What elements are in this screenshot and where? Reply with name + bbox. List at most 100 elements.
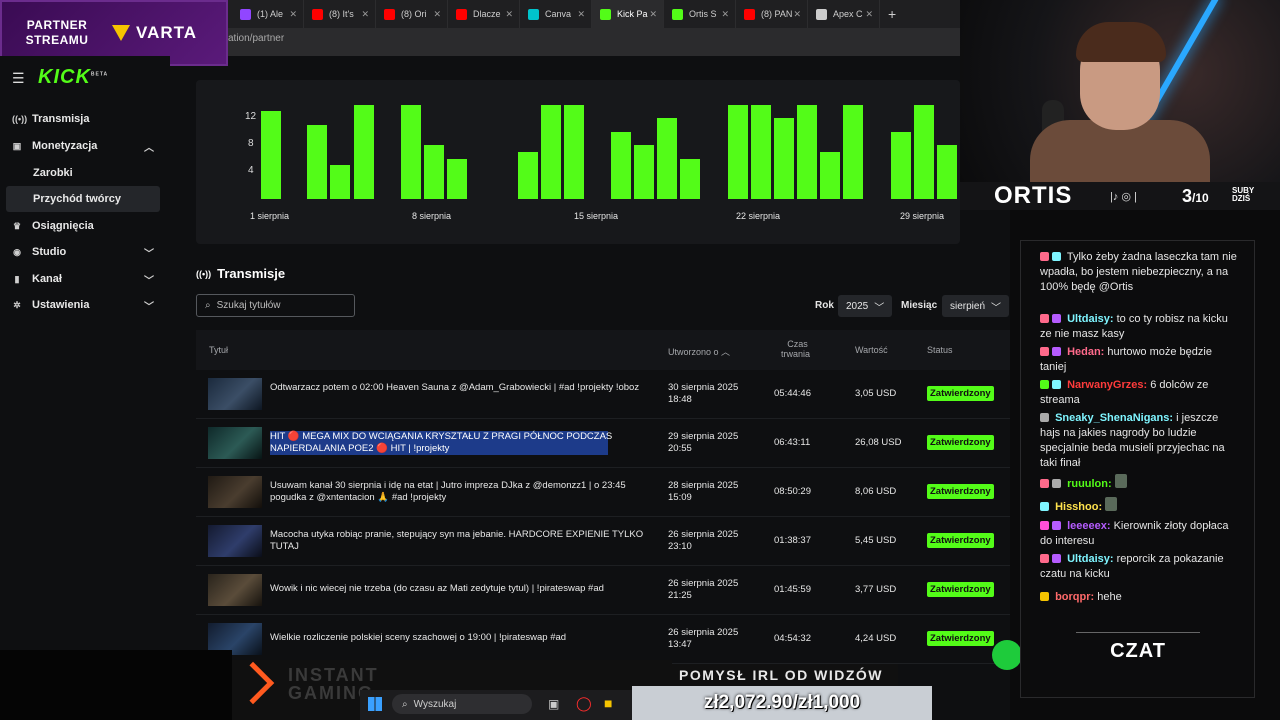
month-value: sierpień [950,300,986,312]
browser-tab[interactable]: Apex C ✕ [808,0,880,28]
task-view-icon[interactable]: ▣ [548,697,559,711]
tab-favicon-icon [816,8,827,20]
chat-username[interactable]: Hedan: [1067,346,1104,358]
varta-logo: VARTA [112,23,197,43]
browser-tab-active[interactable]: Kick Pa ✕ [592,0,664,28]
browser-tab[interactable]: (8) It's ✕ [304,0,376,28]
chart-bar[interactable] [518,151,538,199]
badge-icon [1052,347,1061,356]
year-select[interactable]: 2025 ﹀ [838,295,893,317]
chart-bar[interactable] [611,131,631,199]
close-icon[interactable]: ✕ [433,9,441,20]
chat-username[interactable]: Hisshoo: [1055,501,1102,513]
browser-tab[interactable]: Canva ✕ [520,0,592,28]
close-icon[interactable]: ✕ [721,9,729,20]
chart-bar[interactable] [728,104,748,199]
column-header-created[interactable]: Utworzono o ︿ [668,345,730,358]
close-icon[interactable]: ✕ [793,9,801,20]
chart-bar[interactable] [354,104,374,199]
chat-message: Ultdaisy: reporcik za pokazanie czatu na… [1040,552,1238,582]
chart-bar[interactable] [797,104,817,199]
chart-bar[interactable] [774,118,794,199]
chart-bar[interactable] [401,104,421,199]
broadcast-icon: ((•)) [12,114,28,124]
stream-date: 30 sierpnia 2025 18:48 [668,382,738,406]
column-header-status[interactable]: Status [927,345,953,355]
table-row[interactable]: Usuwam kanał 30 sierpnia i idę na etat |… [196,468,1010,517]
table-row[interactable]: Macocha utyka robiąc pranie, stepujący s… [196,517,1010,566]
browser-tab[interactable]: (8) PAN ✕ [736,0,808,28]
chat-message: leeeeex: Kierownik złoty dopłaca do inte… [1040,519,1238,549]
close-icon[interactable]: ✕ [289,9,297,20]
table-row[interactable]: Wowik i nic wiecej nie trzeba (do czasu … [196,566,1010,615]
chart-bar[interactable] [914,104,934,199]
chat-username[interactable]: Ultdaisy: [1067,313,1113,325]
chat-message: ruuulon: [1040,474,1238,492]
chart-bar[interactable] [820,151,840,199]
close-icon[interactable]: ✕ [649,9,657,20]
chart-bar[interactable] [657,118,677,199]
url-text[interactable]: ation/partner [228,33,284,44]
social-icons: |♪ ◎ | [1110,190,1137,203]
status-badge: Zatwierdzony [927,582,994,597]
browser-tab[interactable]: (8) Ori ✕ [376,0,448,28]
chat-username[interactable]: ruuulon: [1067,478,1112,490]
search-input[interactable]: ⌕ Szukaj tytułów [196,294,355,317]
windows-start-icon[interactable] [368,697,382,711]
browser-tab[interactable]: Ortis S ✕ [664,0,736,28]
chat-username[interactable]: leeeeex: [1067,520,1110,532]
subs-current: 3 [1182,185,1193,206]
sidebar-item-ustawienia[interactable]: ✲ Ustawienia ﹀ [6,293,160,317]
opera-taskbar-icon[interactable]: ◯ [576,695,592,712]
month-select[interactable]: sierpień ﹀ [942,295,1010,317]
chart-bar[interactable] [261,111,281,199]
chart-bar[interactable] [564,104,584,199]
folder-taskbar-icon[interactable]: ■ [604,695,612,711]
close-icon[interactable]: ✕ [865,9,873,20]
table-row[interactable]: HIT 🔴 MEGA MIX DO WCIĄGANIA KRYSZTAŁU Z … [196,419,1010,468]
chart-bar[interactable] [447,158,467,199]
close-icon[interactable]: ✕ [577,9,585,20]
browser-tab[interactable]: Dlacze ✕ [448,0,520,28]
table-row[interactable]: Odtwarzacz potem o 02:00 Heaven Sauna z … [196,370,1010,419]
stream-value: 3,05 USD [855,388,897,399]
column-header-value[interactable]: Wartość [855,345,888,355]
chart-bar[interactable] [751,104,771,199]
date-text: 29 sierpnia 2025 [668,431,739,442]
sidebar-item-przychod-tworcy[interactable]: Przychód twórcy [6,186,160,212]
sidebar-item-transmisja[interactable]: ((•)) Transmisja [6,107,160,131]
new-tab-icon[interactable]: + [888,6,896,22]
chart-bar[interactable] [330,165,350,199]
column-header-duration[interactable]: Czas trwania [781,339,810,359]
tab-favicon-icon [600,8,611,20]
close-icon[interactable]: ✕ [505,9,513,20]
chart-bar[interactable] [541,104,561,199]
chart-bar[interactable] [937,145,957,199]
kick-logo[interactable]: KICKBETA [38,66,108,89]
chart-bar[interactable] [307,124,327,199]
browser-tab[interactable]: (1) Ale ✕ [232,0,304,28]
emote-icon [1114,474,1127,488]
chat-username[interactable]: borqpr: [1055,591,1094,603]
chat-fab-button[interactable] [992,640,1022,670]
hamburger-menu-icon[interactable]: ☰ [12,70,25,87]
column-header-title[interactable]: Tytuł [209,345,228,355]
sidebar-item-monetyzacja[interactable]: ▣ Monetyzacja ︿ [6,134,160,158]
sidebar-item-kanal[interactable]: ▮ Kanał ﹀ [6,267,160,291]
chart-bar[interactable] [843,104,863,199]
chart-bar[interactable] [891,131,911,199]
taskbar-search[interactable]: ⌕ Wyszukaj [392,694,532,714]
search-icon: ⌕ [205,300,211,311]
duration-label-2: trwania [781,349,811,359]
chat-username[interactable]: Sneaky_ShenaNigans: [1055,412,1173,424]
chat-username[interactable]: Ultdaisy: [1067,553,1113,565]
sidebar-item-zarobki[interactable]: Zarobki [6,160,160,186]
table-row[interactable]: Wielkie rozliczenie polskiej sceny szach… [196,615,1010,664]
chat-username[interactable]: NarwanyGrzes: [1067,379,1147,391]
sidebar-item-osiagniecia[interactable]: ♛ Osiągnięcia [6,214,160,238]
chart-bar[interactable] [634,145,654,199]
sidebar-item-studio[interactable]: ◉ Studio ﹀ [6,240,160,264]
close-icon[interactable]: ✕ [361,9,369,20]
chart-bar[interactable] [424,145,444,199]
chart-bar[interactable] [680,158,700,199]
